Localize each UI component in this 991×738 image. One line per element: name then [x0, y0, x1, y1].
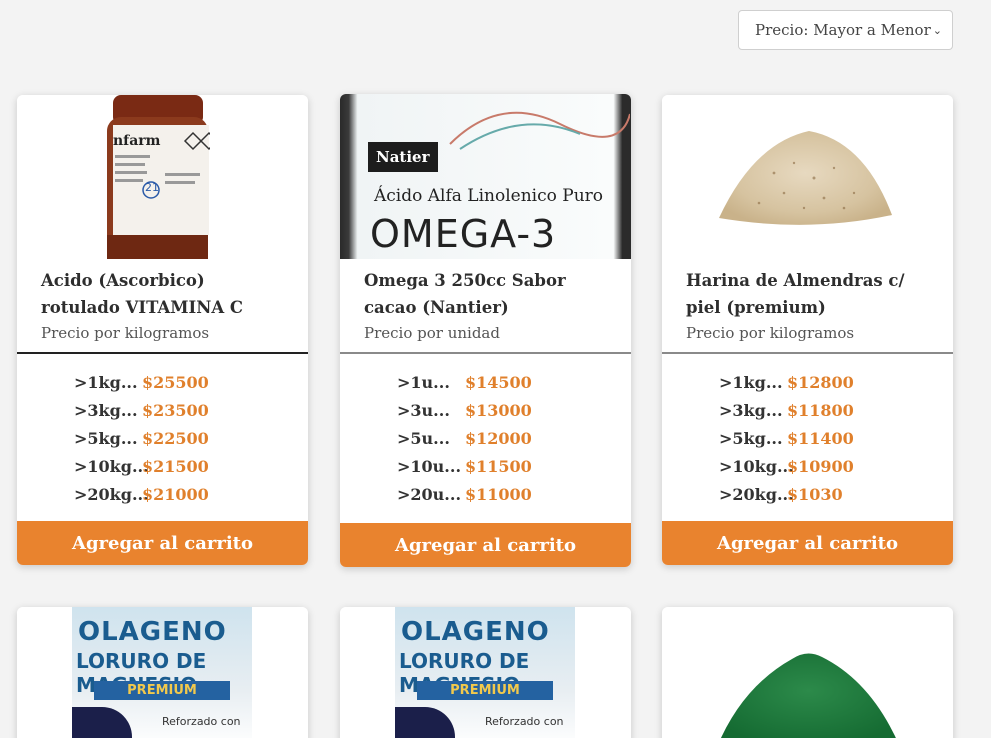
- price-row: >1kg... $25500: [17, 368, 308, 396]
- colageno-premium-text: PREMIUM: [417, 681, 553, 700]
- price-row: >3u... $13000: [340, 396, 631, 424]
- chevron-down-icon: ⌄: [932, 23, 942, 37]
- sort-select-value: Precio: Mayor a Menor: [755, 21, 931, 39]
- price-amount: $14500: [465, 372, 532, 392]
- product-unit: Precio por kilogramos: [41, 324, 210, 342]
- price-amount: $25500: [142, 372, 209, 392]
- product-card-omega-3: Natier Ácido Alfa Linolenico Puro OMEGA-…: [340, 94, 631, 567]
- price-list: >1kg... $25500 >3kg... $23500 >5kg... $2250…: [17, 354, 308, 520]
- product-image-vitamina-c[interactable]: nfarm 21: [17, 95, 308, 259]
- price-row: >1kg... $12800: [662, 368, 953, 396]
- add-to-cart-button[interactable]: Agregar al carrito: [340, 523, 631, 567]
- vitamina-c-jar-image: [107, 95, 210, 259]
- product-card-colageno-1: OLAGENO LORURO DE MAGNESIO PREMIUM Refor…: [17, 607, 308, 738]
- product-card-colageno-2: OLAGENO LORURO DE MAGNESIO PREMIUM Refor…: [340, 607, 631, 738]
- product-card-harina-almendras: Harina de Almendras c/ piel (premium) Pr…: [662, 95, 953, 565]
- product-card-vitamina-c: nfarm 21 Acido (Ascorbico) rotulado VITA…: [17, 95, 308, 565]
- omega-title-text: OMEGA-3: [370, 212, 557, 256]
- price-amount: $11500: [465, 456, 532, 476]
- colageno-jar-image: OLAGENO LORURO DE MAGNESIO PREMIUM Refor…: [72, 607, 252, 738]
- price-qty: >20kg...: [74, 484, 149, 504]
- price-qty: >3kg...: [74, 400, 138, 420]
- price-amount: $21500: [142, 456, 209, 476]
- price-qty: >1kg...: [74, 372, 138, 392]
- price-row: >20u... $11000: [340, 480, 631, 508]
- price-row: >5kg... $22500: [17, 424, 308, 452]
- price-list: >1u... $14500 >3u... $13000 >5u... $12000 >…: [340, 354, 631, 520]
- omega-brand-label: Natier: [368, 142, 438, 172]
- product-name[interactable]: Harina de Almendras c/ piel (premium): [686, 267, 929, 321]
- price-amount: $21000: [142, 484, 209, 504]
- product-unit: Precio por kilogramos: [686, 324, 855, 342]
- price-row: >10kg... $10900: [662, 452, 953, 480]
- add-to-cart-button[interactable]: Agregar al carrito: [17, 521, 308, 565]
- product-image-harina-almendras[interactable]: [662, 95, 953, 259]
- price-qty: >20u...: [397, 484, 462, 504]
- price-row: >20kg... $21000: [17, 480, 308, 508]
- product-image-omega-3[interactable]: Natier Ácido Alfa Linolenico Puro OMEGA-…: [340, 94, 631, 259]
- price-row: >3kg... $11800: [662, 396, 953, 424]
- colageno-reforzado-text: Reforzado con: [485, 715, 564, 728]
- almond-flour-image: [719, 131, 892, 225]
- colageno-jar-image: OLAGENO LORURO DE MAGNESIO PREMIUM Refor…: [395, 607, 575, 738]
- price-amount: $12800: [787, 372, 854, 392]
- price-qty: >10u...: [397, 456, 462, 476]
- colageno-title-text: OLAGENO: [78, 617, 227, 647]
- product-image-colageno[interactable]: OLAGENO LORURO DE MAGNESIO PREMIUM Refor…: [17, 607, 308, 738]
- colageno-graphic: [72, 707, 132, 738]
- price-qty: >5kg...: [719, 428, 783, 448]
- price-qty: >20kg...: [719, 484, 794, 504]
- price-row: >10kg... $21500: [17, 452, 308, 480]
- colageno-premium-text: PREMIUM: [94, 681, 230, 700]
- price-qty: >3kg...: [719, 400, 783, 420]
- colageno-title-text: OLAGENO: [401, 617, 550, 647]
- green-powder-image: [721, 653, 896, 738]
- price-amount: $1030: [787, 484, 843, 504]
- price-qty: >5kg...: [74, 428, 138, 448]
- price-row: >10u... $11500: [340, 452, 631, 480]
- product-image-colageno[interactable]: OLAGENO LORURO DE MAGNESIO PREMIUM Refor…: [340, 607, 631, 738]
- price-amount: $22500: [142, 428, 209, 448]
- product-name[interactable]: Acido (Ascorbico) rotulado VITAMINA C: [41, 267, 284, 321]
- price-amount: $11000: [465, 484, 532, 504]
- price-amount: $23500: [142, 400, 209, 420]
- sort-select[interactable]: Precio: Mayor a Menor ⌄: [738, 10, 953, 50]
- price-row: >3kg... $23500: [17, 396, 308, 424]
- product-name[interactable]: Omega 3 250cc Sabor cacao (Nantier): [364, 267, 607, 321]
- price-qty: >1u...: [397, 372, 450, 392]
- add-to-cart-button[interactable]: Agregar al carrito: [662, 521, 953, 565]
- omega-label-graphic: [449, 111, 630, 150]
- product-image-green-powder[interactable]: [662, 607, 953, 738]
- price-row: >1u... $14500: [340, 368, 631, 396]
- colageno-graphic: [395, 707, 455, 738]
- price-amount: $11400: [787, 428, 854, 448]
- price-row: >5u... $12000: [340, 424, 631, 452]
- price-amount: $10900: [787, 456, 854, 476]
- price-amount: $13000: [465, 400, 532, 420]
- omega-subtitle-text: Ácido Alfa Linolenico Puro: [374, 186, 604, 206]
- product-card-green-powder: [662, 607, 953, 738]
- colageno-reforzado-text: Reforzado con: [162, 715, 241, 728]
- price-qty: >1kg...: [719, 372, 783, 392]
- price-amount: $12000: [465, 428, 532, 448]
- price-row: >5kg... $11400: [662, 424, 953, 452]
- price-list: >1kg... $12800 >3kg... $11800 >5kg... $1140…: [662, 354, 953, 520]
- price-qty: >5u...: [397, 428, 450, 448]
- jar-number-text: 21: [145, 181, 159, 194]
- price-amount: $11800: [787, 400, 854, 420]
- price-row: >20kg... $1030: [662, 480, 953, 508]
- price-qty: >10kg...: [74, 456, 149, 476]
- jar-brand-text: nfarm: [113, 133, 161, 149]
- price-qty: >3u...: [397, 400, 450, 420]
- product-unit: Precio por unidad: [364, 324, 500, 342]
- price-qty: >10kg...: [719, 456, 794, 476]
